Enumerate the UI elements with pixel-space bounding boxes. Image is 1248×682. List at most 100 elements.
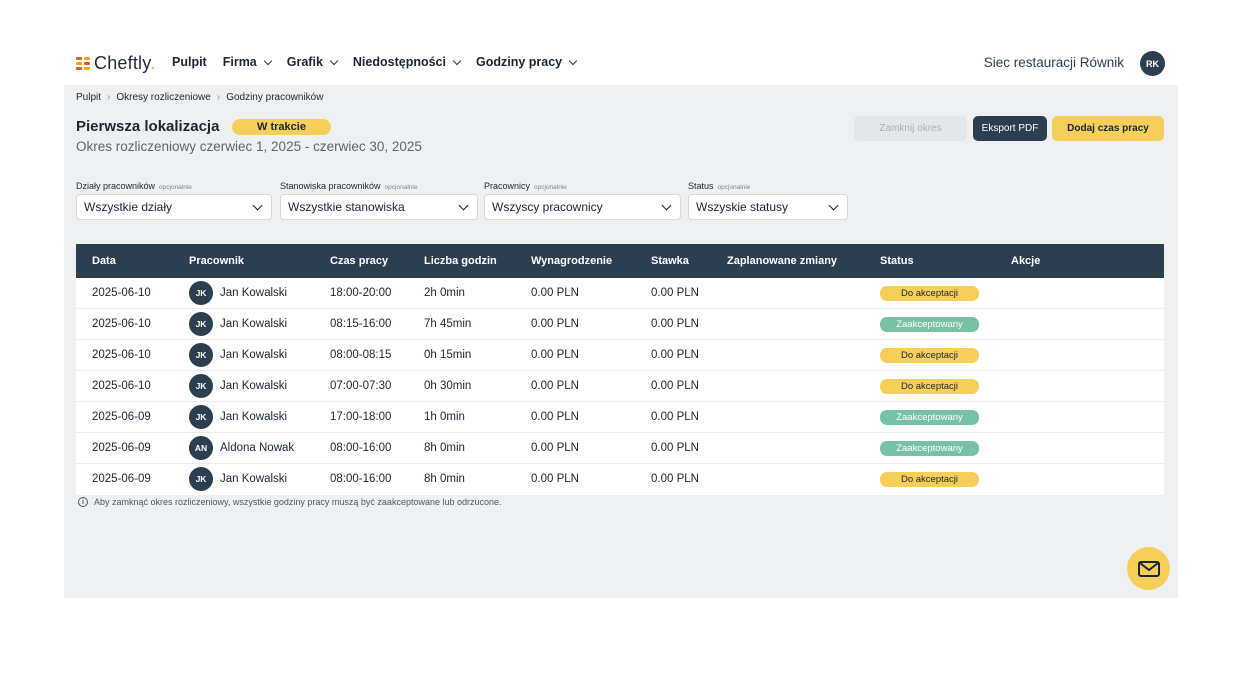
cell-hours: 2h 0min — [424, 287, 465, 299]
close-period-note: i Aby zamknąć okres rozliczeniowy, wszys… — [78, 497, 502, 507]
cell-work-time: 08:00-16:00 — [330, 473, 392, 485]
employee-avatar: JK — [189, 281, 213, 305]
nav-item-godziny-pracy[interactable]: Godziny pracy — [476, 55, 578, 69]
cell-date: 2025-06-10 — [92, 318, 151, 330]
status-badge: Zaakceptowany — [880, 410, 979, 425]
cell-employee-name[interactable]: Jan Kowalski — [220, 349, 287, 361]
export-pdf-button[interactable]: Eksport PDF — [973, 116, 1047, 141]
filter-employees: Pracownicy opcjonalnie Wszyscy pracownicy — [484, 181, 681, 220]
cell-date: 2025-06-09 — [92, 473, 151, 485]
nav-item-grafik[interactable]: Grafik — [287, 55, 339, 69]
cell-rate: 0.00 PLN — [651, 349, 699, 361]
chevron-down-icon — [252, 200, 263, 211]
cell-rate: 0.00 PLN — [651, 287, 699, 299]
cell-employee-name[interactable]: Jan Kowalski — [220, 287, 287, 299]
column-header-planned-shifts[interactable]: Zaplanowane zmiany — [727, 255, 837, 267]
table-row[interactable]: 2025-06-10 JK Jan Kowalski 07:00-07:30 0h 30… — [76, 371, 1164, 402]
column-header-actions: Akcje — [1011, 255, 1041, 267]
status-badge: Zaakceptowany — [880, 317, 979, 332]
cell-hours: 8h 0min — [424, 473, 465, 485]
cell-work-time: 07:00-07:30 — [330, 380, 392, 392]
top-navbar: Cheftly. Pulpit Firma Grafik Niedostępno… — [64, 40, 1178, 85]
status-badge: Do akceptacji — [880, 472, 979, 487]
filter-status: Status opcjonalnie Wszyskie statusy — [688, 181, 848, 220]
cell-work-time: 18:00-20:00 — [330, 287, 392, 299]
chevron-down-icon — [568, 56, 578, 65]
cell-employee-name[interactable]: Jan Kowalski — [220, 411, 287, 423]
filter-positions: Stanowiska pracowników opcjonalnie Wszyst… — [280, 181, 478, 220]
cell-date: 2025-06-10 — [92, 349, 151, 361]
cell-work-time: 08:15-16:00 — [330, 318, 392, 330]
positions-select[interactable]: Wszystkie stanowiska — [280, 194, 478, 220]
column-header-status[interactable]: Status — [880, 255, 914, 267]
logo-mark-icon — [76, 56, 90, 71]
column-header-salary[interactable]: Wynagrodzenie — [531, 255, 612, 267]
nav-item-firma[interactable]: Firma — [223, 55, 273, 69]
cell-rate: 0.00 PLN — [651, 380, 699, 392]
messages-button[interactable] — [1127, 547, 1170, 590]
employee-avatar: JK — [189, 343, 213, 367]
chevron-right-icon: › — [216, 92, 221, 103]
filter-label: Pracownicy opcjonalnie — [484, 181, 567, 191]
cell-hours: 0h 15min — [424, 349, 472, 361]
column-header-work-time[interactable]: Czas pracy — [330, 255, 388, 267]
cell-date: 2025-06-09 — [92, 411, 151, 423]
close-period-button[interactable]: Zamknij okres — [854, 116, 967, 141]
note-text: Aby zamknąć okres rozliczeniowy, wszystk… — [94, 497, 502, 507]
main-content: Pulpit › Okresy rozliczeniowe › Godziny … — [64, 85, 1178, 598]
cell-rate: 0.00 PLN — [651, 318, 699, 330]
breadcrumb-item-okresy[interactable]: Okresy rozliczeniowe — [116, 92, 210, 103]
cell-salary: 0.00 PLN — [531, 442, 579, 454]
cell-work-time: 08:00-08:15 — [330, 349, 392, 361]
table-row[interactable]: 2025-06-09 AN Aldona Nowak 08:00-16:00 8h 0m… — [76, 433, 1164, 464]
cell-hours: 1h 0min — [424, 411, 465, 423]
cell-salary: 0.00 PLN — [531, 318, 579, 330]
cell-employee-name[interactable]: Jan Kowalski — [220, 318, 287, 330]
status-badge: Do akceptacji — [880, 348, 979, 363]
table-row[interactable]: 2025-06-10 JK Jan Kowalski 18:00-20:00 2h 0m… — [76, 278, 1164, 309]
employees-select[interactable]: Wszyscy pracownicy — [484, 194, 681, 220]
table-row[interactable]: 2025-06-09 JK Jan Kowalski 08:00-16:00 8h 0m… — [76, 464, 1164, 495]
period-status-badge: W trakcie — [232, 119, 331, 135]
column-header-employee[interactable]: Pracownik — [189, 255, 244, 267]
nav-item-niedostepnosci[interactable]: Niedostępności — [353, 55, 462, 69]
employee-avatar: JK — [189, 312, 213, 336]
page-title: Pierwsza lokalizacja — [76, 118, 220, 135]
cell-employee-name[interactable]: Aldona Nowak — [220, 442, 294, 454]
breadcrumb-item-pulpit[interactable]: Pulpit — [76, 92, 101, 103]
cell-date: 2025-06-10 — [92, 380, 151, 392]
status-select[interactable]: Wszyskie statusy — [688, 194, 848, 220]
table-row[interactable]: 2025-06-10 JK Jan Kowalski 08:00-08:15 0h 15… — [76, 340, 1164, 371]
cell-salary: 0.00 PLN — [531, 287, 579, 299]
brand-logo[interactable]: Cheftly. — [76, 53, 155, 74]
column-header-rate[interactable]: Stawka — [651, 255, 689, 267]
chevron-down-icon — [329, 56, 339, 65]
cell-employee-name[interactable]: Jan Kowalski — [220, 380, 287, 392]
user-avatar[interactable]: RK — [1140, 51, 1165, 76]
table-row[interactable]: 2025-06-09 JK Jan Kowalski 17:00-18:00 1h 0m… — [76, 402, 1164, 433]
cell-date: 2025-06-09 — [92, 442, 151, 454]
column-header-date[interactable]: Data — [92, 255, 116, 267]
nav-item-pulpit[interactable]: Pulpit — [172, 55, 207, 69]
cell-rate: 0.00 PLN — [651, 411, 699, 423]
table-row[interactable]: 2025-06-10 JK Jan Kowalski 08:15-16:00 7h 45… — [76, 309, 1164, 340]
status-badge: Zaakceptowany — [880, 441, 979, 456]
cell-hours: 7h 45min — [424, 318, 472, 330]
breadcrumb: Pulpit › Okresy rozliczeniowe › Godziny … — [76, 92, 323, 103]
cell-employee-name[interactable]: Jan Kowalski — [220, 473, 287, 485]
filter-departments: Działy pracowników opcjonalnie Wszystkie … — [76, 181, 272, 220]
table-body: 2025-06-10 JK Jan Kowalski 18:00-20:00 2h 0m… — [76, 278, 1164, 495]
employee-avatar: JK — [189, 374, 213, 398]
add-work-time-button[interactable]: Dodaj czas pracy — [1052, 116, 1164, 141]
departments-select[interactable]: Wszystkie działy — [76, 194, 272, 220]
chevron-down-icon — [828, 200, 839, 211]
cell-hours: 8h 0min — [424, 442, 465, 454]
mail-icon — [1137, 560, 1160, 577]
chevron-right-icon: › — [107, 92, 111, 103]
cell-salary: 0.00 PLN — [531, 473, 579, 485]
work-hours-table: Data Pracownik Czas pracy Liczba godzin … — [76, 244, 1164, 495]
cell-work-time: 17:00-18:00 — [330, 411, 392, 423]
cell-date: 2025-06-10 — [92, 287, 151, 299]
column-header-hours[interactable]: Liczba godzin — [424, 255, 497, 267]
cell-salary: 0.00 PLN — [531, 380, 579, 392]
